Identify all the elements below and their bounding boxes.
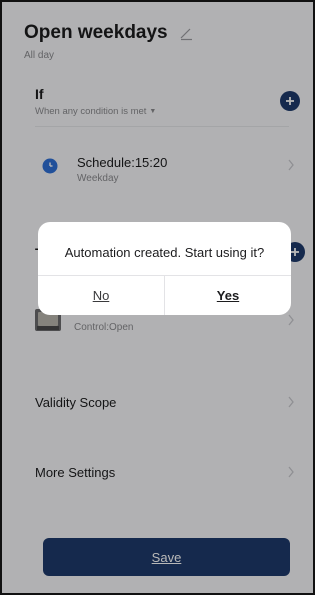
yes-button[interactable]: Yes [165, 276, 291, 315]
no-button[interactable]: No [38, 276, 164, 315]
dialog-message: Automation created. Start using it? [64, 245, 265, 260]
confirm-dialog: Automation created. Start using it? No Y… [38, 222, 291, 315]
